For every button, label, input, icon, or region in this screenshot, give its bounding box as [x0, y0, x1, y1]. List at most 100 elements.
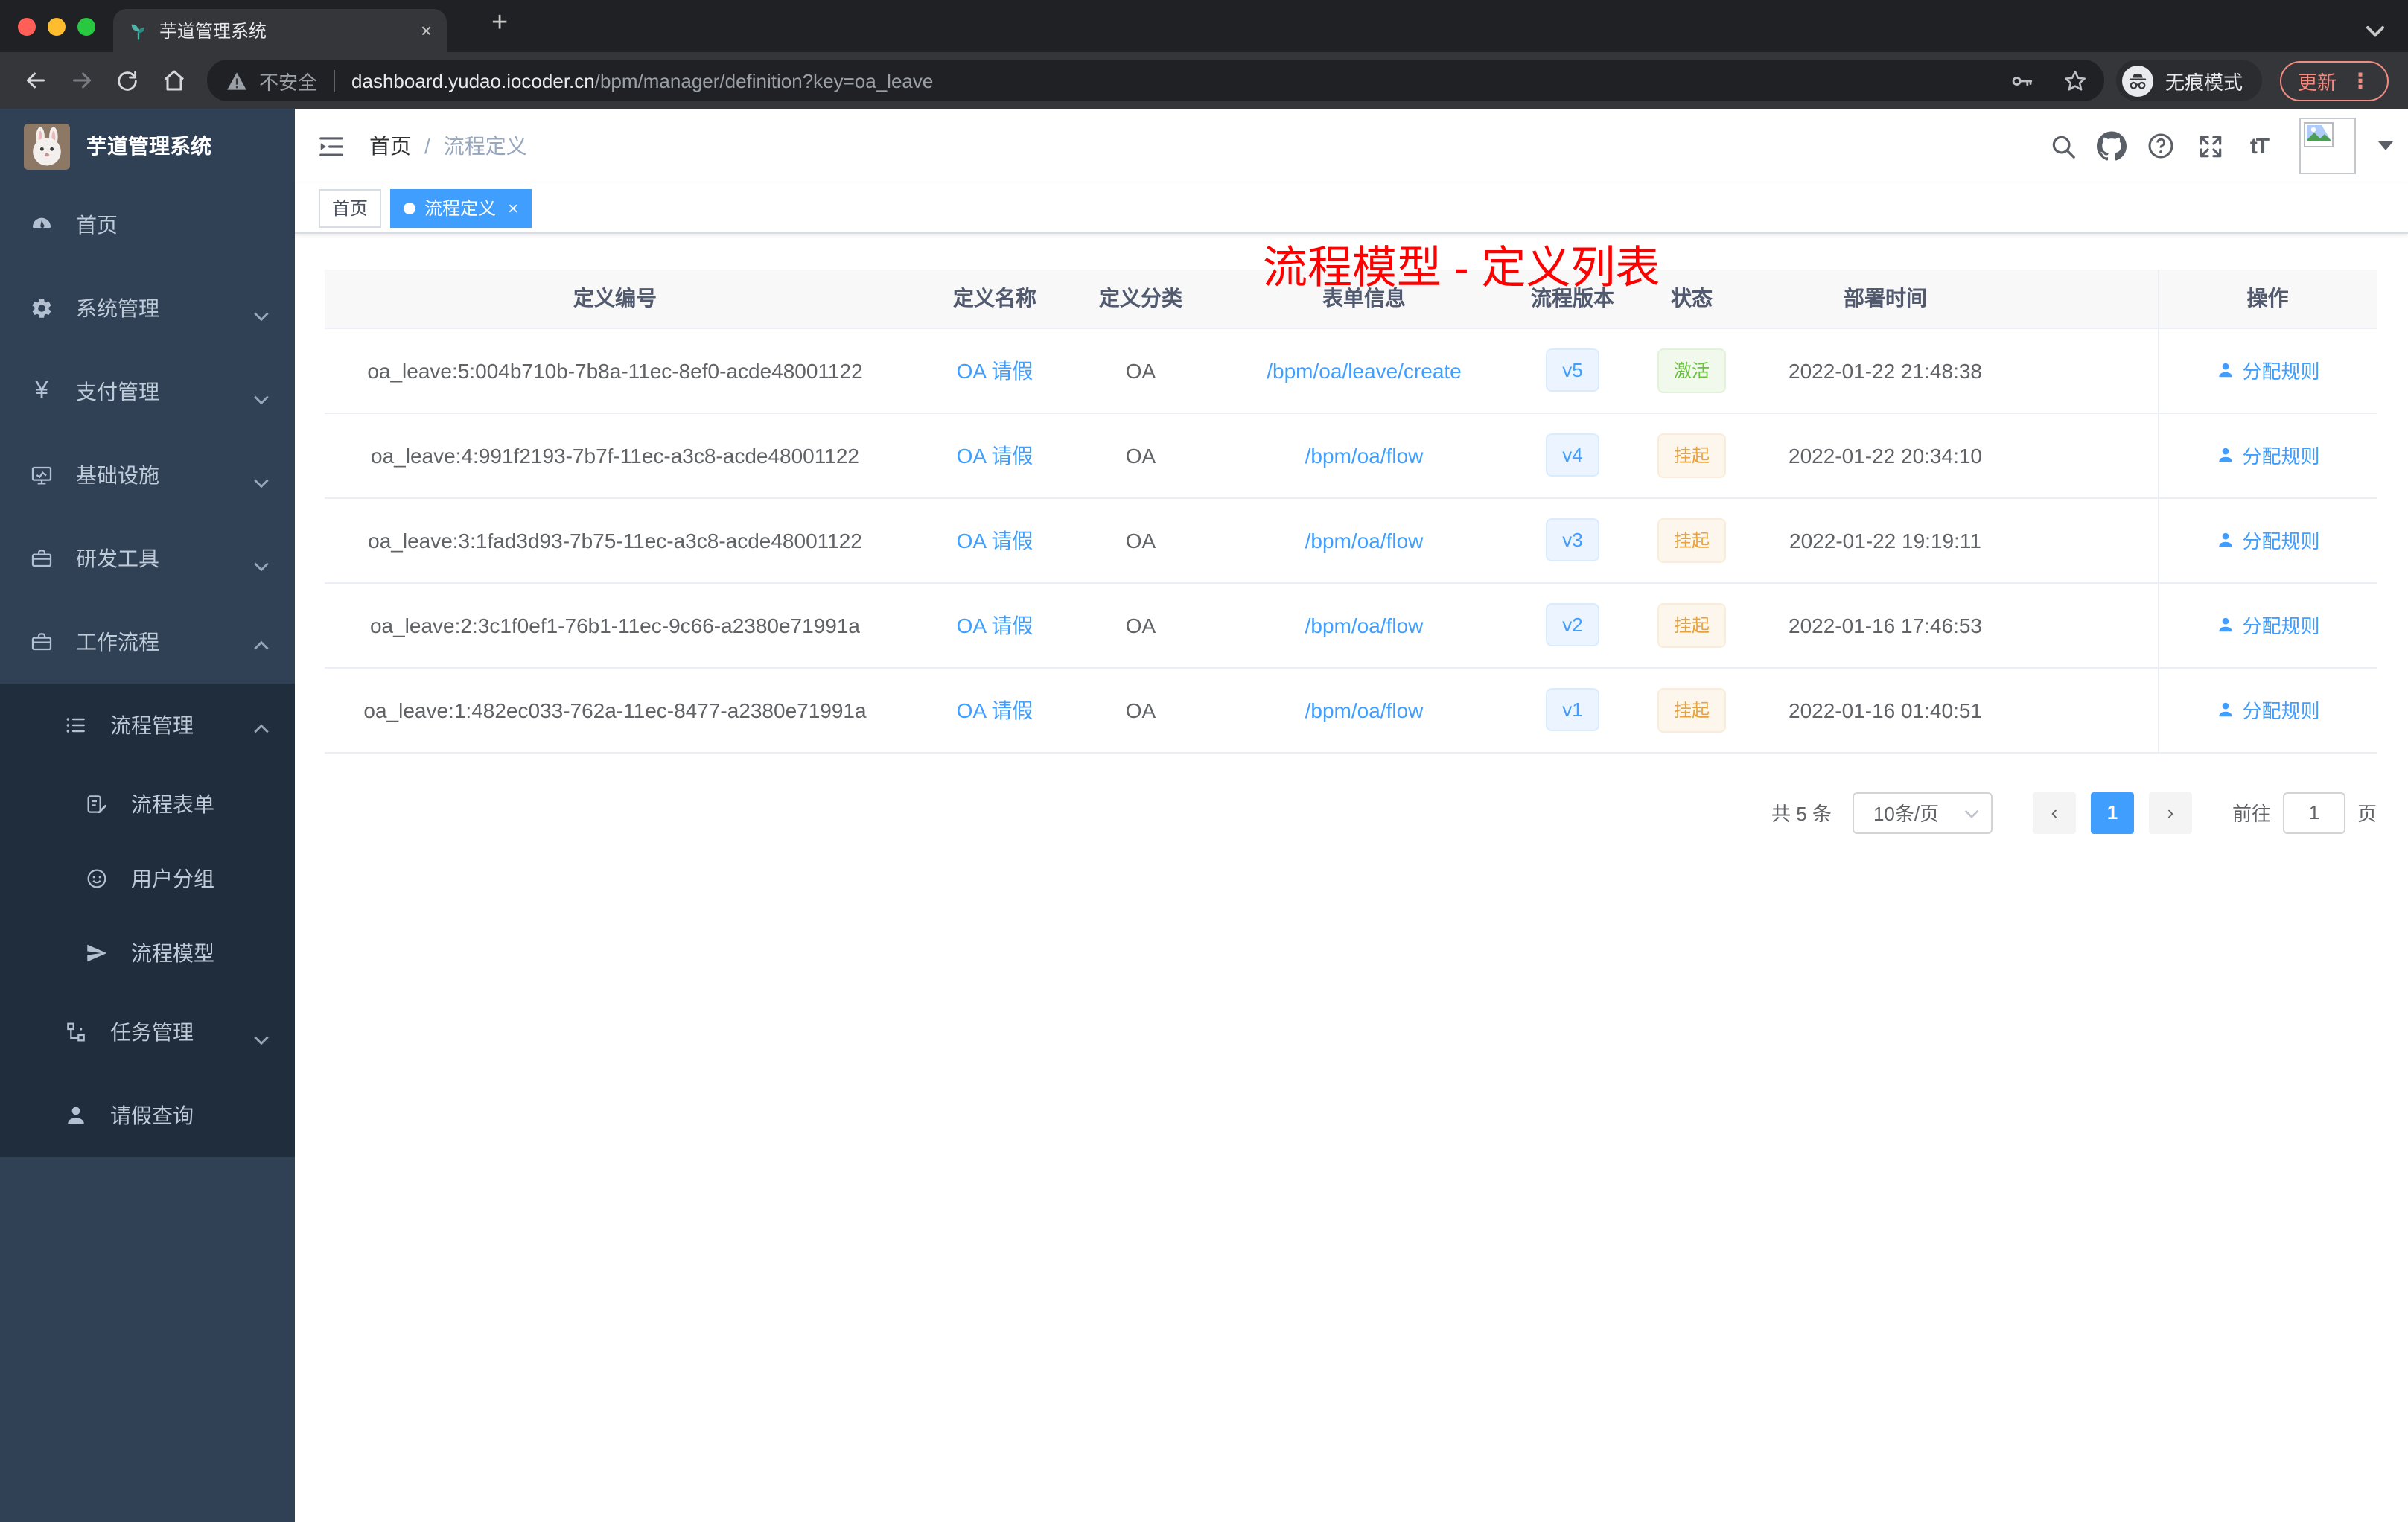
definition-id-cell: oa_leave:2:3c1f0ef1-76b1-11ec-9c66-a2380… — [325, 582, 905, 668]
definition-name-cell: OA 请假 — [905, 497, 1084, 583]
definition-name-link[interactable]: OA 请假 — [957, 528, 1033, 552]
sidebar-item-workflow[interactable]: 工作流程 — [0, 600, 295, 684]
forward-icon[interactable] — [60, 59, 103, 102]
version-badge: v2 — [1546, 603, 1599, 646]
assign-rule-link[interactable]: 分配规则 — [2215, 695, 2320, 724]
sidebar-item-system[interactable]: 系统管理 — [0, 267, 295, 350]
reload-icon[interactable] — [106, 59, 149, 102]
table-row: oa_leave:3:1fad3d93-7b75-11ec-a3c8-acde4… — [325, 497, 2377, 583]
browser-menu-icon[interactable]: ⋮ — [2350, 68, 2371, 93]
maximize-window-button[interactable] — [77, 18, 95, 36]
list-tree-icon — [64, 713, 88, 737]
page-size-select[interactable]: 10条/页 — [1852, 792, 1993, 833]
incognito-label: 无痕模式 — [2165, 71, 2243, 93]
form-info-link[interactable]: /bpm/oa/flow — [1305, 443, 1424, 467]
form-info-cell: /bpm/oa/flow — [1197, 667, 1531, 753]
avatar-dropdown-caret-icon[interactable] — [2378, 141, 2393, 150]
action-cell: 分配规则 — [2157, 582, 2377, 668]
version-cell: v5 — [1531, 328, 1614, 413]
filler-cell — [2001, 413, 2158, 498]
person-icon — [2218, 617, 2232, 632]
password-key-icon[interactable] — [2001, 60, 2043, 101]
assign-rule-link[interactable]: 分配规则 — [2215, 526, 2320, 554]
browser-tab-strip: 芋道管理系统 × + — [0, 0, 2408, 52]
tag-close-icon[interactable]: × — [508, 197, 518, 218]
tab-title: 芋道管理系统 — [159, 21, 267, 42]
font-size-icon[interactable]: tT — [2244, 131, 2274, 161]
home-icon[interactable] — [152, 59, 195, 102]
version-cell: v2 — [1531, 582, 1614, 668]
chevron-down-icon — [253, 1026, 270, 1050]
url-text[interactable]: dashboard.yudao.iocoder.cn/bpm/manager/d… — [351, 69, 1990, 92]
definition-name-link[interactable]: OA 请假 — [957, 613, 1033, 637]
fullscreen-icon[interactable] — [2195, 131, 2225, 161]
sidebar-item-infrastructure[interactable]: 基础设施 — [0, 433, 295, 517]
github-icon[interactable] — [2097, 131, 2127, 161]
sidebar-item-user-group[interactable]: 用户分组 — [0, 841, 295, 916]
prev-page-button[interactable]: ‹ — [2032, 792, 2076, 833]
sidebar-item-process-management[interactable]: 流程管理 — [0, 684, 295, 767]
not-secure-warning-icon — [226, 71, 247, 90]
sidebar-item-home[interactable]: 首页 — [0, 183, 295, 267]
breadcrumb: 首页 / 流程定义 — [369, 131, 527, 161]
definition-name-link[interactable]: OA 请假 — [957, 358, 1033, 382]
help-icon[interactable] — [2146, 131, 2176, 161]
definition-name-link[interactable]: OA 请假 — [957, 698, 1033, 722]
yen-icon: ¥ — [35, 378, 48, 404]
tab-search-chevron-icon[interactable] — [2366, 18, 2384, 45]
breadcrumb-home[interactable]: 首页 — [369, 131, 411, 161]
bookmark-star-icon[interactable] — [2055, 60, 2097, 101]
browser-update-button[interactable]: 更新 ⋮ — [2279, 60, 2389, 101]
form-edit-icon — [85, 792, 109, 816]
assign-rule-link[interactable]: 分配规则 — [2215, 356, 2320, 384]
logo-avatar — [24, 123, 70, 169]
sidebar-item-process-form[interactable]: 流程表单 — [0, 767, 295, 841]
table-row: oa_leave:5:004b710b-7b8a-11ec-8ef0-acde4… — [325, 328, 2377, 413]
page-number-1[interactable]: 1 — [2090, 792, 2134, 833]
browser-tab[interactable]: 芋道管理系统 × — [113, 9, 447, 52]
sidebar-item-task-management[interactable]: 任务管理 — [0, 990, 295, 1074]
goto-page-input[interactable] — [2282, 792, 2345, 833]
person-icon — [64, 1104, 88, 1127]
update-label[interactable]: 更新 — [2298, 66, 2337, 95]
tag-home[interactable]: 首页 — [319, 188, 382, 227]
sidebar-item-process-model[interactable]: 流程模型 — [0, 916, 295, 990]
assign-rule-link[interactable]: 分配规则 — [2215, 611, 2320, 639]
form-info-cell: /bpm/oa/flow — [1197, 497, 1531, 583]
definition-category-cell: OA — [1084, 582, 1197, 668]
next-page-button[interactable]: › — [2148, 792, 2192, 833]
app-logo[interactable]: 芋道管理系统 — [0, 109, 295, 183]
sidebar-collapse-icon[interactable] — [295, 132, 357, 160]
avatar[interactable] — [2299, 118, 2356, 174]
chevron-up-icon — [253, 636, 270, 660]
version-badge: v5 — [1546, 348, 1599, 392]
back-icon[interactable] — [13, 59, 57, 102]
browser-toolbar: 不安全 dashboard.yudao.iocoder.cn/bpm/manag… — [0, 52, 2408, 109]
close-window-button[interactable] — [18, 18, 36, 36]
sidebar-item-payment[interactable]: ¥ 支付管理 — [0, 350, 295, 433]
security-label[interactable]: 不安全 — [259, 66, 317, 95]
sidebar: 芋道管理系统 首页 系统管理 ¥ 支付管理 基础设施 研发工具 工作流程 流程管… — [0, 109, 295, 1522]
new-tab-button[interactable]: + — [491, 7, 508, 40]
definition-name-link[interactable]: OA 请假 — [957, 443, 1033, 467]
definition-id-cell: oa_leave:4:991f2193-7b7f-11ec-a3c8-acde4… — [325, 413, 905, 498]
minimize-window-button[interactable] — [48, 18, 66, 36]
form-info-link[interactable]: /bpm/oa/flow — [1305, 698, 1424, 722]
form-info-link[interactable]: /bpm/oa/flow — [1305, 528, 1424, 552]
address-bar[interactable]: 不安全 dashboard.yudao.iocoder.cn/bpm/manag… — [207, 60, 2104, 101]
search-icon[interactable] — [2048, 131, 2077, 161]
sidebar-item-leave-query[interactable]: 请假查询 — [0, 1074, 295, 1157]
status-badge: 挂起 — [1657, 433, 1726, 477]
table-row: oa_leave:1:482ec033-762a-11ec-8477-a2380… — [325, 667, 2377, 753]
form-info-link[interactable]: /bpm/oa/flow — [1305, 613, 1424, 637]
form-info-link[interactable]: /bpm/oa/leave/create — [1267, 358, 1462, 382]
tab-close-icon[interactable]: × — [421, 19, 432, 42]
definition-id-cell: oa_leave:1:482ec033-762a-11ec-8477-a2380… — [325, 667, 905, 753]
tag-process-definition[interactable]: 流程定义 × — [390, 188, 532, 227]
status-badge: 挂起 — [1657, 687, 1726, 732]
sidebar-item-dev-tools[interactable]: 研发工具 — [0, 517, 295, 600]
deploy-time-cell: 2022-01-22 21:48:38 — [1769, 328, 2001, 413]
definition-table: 定义编号 定义名称 定义分类 表单信息 流程版本 状态 部署时间 操作 oa_l… — [325, 270, 2377, 753]
red-annotation-text: 流程模型 - 定义列表 — [1263, 244, 1660, 293]
assign-rule-link[interactable]: 分配规则 — [2215, 441, 2320, 469]
